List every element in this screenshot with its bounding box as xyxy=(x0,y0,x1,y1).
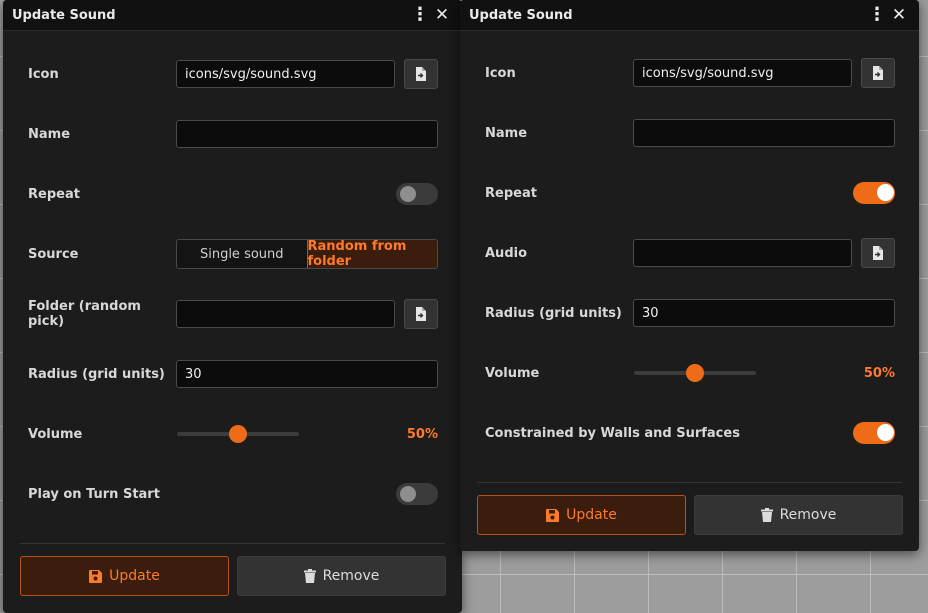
source-row: Source Single sound Random from folder xyxy=(28,239,438,269)
repeat-toggle[interactable] xyxy=(396,183,438,205)
volume-slider-thumb[interactable] xyxy=(686,364,704,382)
name-row: Name xyxy=(28,119,438,149)
source-option-random-folder[interactable]: Random from folder xyxy=(306,240,437,268)
name-row: Name xyxy=(485,118,895,148)
radius-label: Radius (grid units) xyxy=(28,366,165,382)
constrained-toggle[interactable] xyxy=(853,422,895,444)
kebab-menu-icon[interactable]: ⋮ xyxy=(866,5,888,25)
icon-label: Icon xyxy=(28,66,59,82)
constrained-label: Constrained by Walls and Surfaces xyxy=(485,425,740,441)
folder-label: Folder (random pick) xyxy=(28,299,141,329)
name-input[interactable] xyxy=(633,119,895,147)
play-turn-row: Play on Turn Start xyxy=(28,479,438,509)
remove-button-label: Remove xyxy=(322,568,380,584)
dialog-title: Update Sound xyxy=(12,7,116,23)
volume-slider-thumb[interactable] xyxy=(229,425,247,443)
audio-row: Audio xyxy=(485,238,895,268)
update-sound-dialog-1: Update Sound ⋮ ✕ Icon Name Repeat Source… xyxy=(3,0,462,613)
volume-label: Volume xyxy=(28,426,83,442)
folder-row: Folder (random pick) xyxy=(28,299,438,329)
file-import-icon[interactable] xyxy=(404,299,438,329)
name-label: Name xyxy=(485,125,528,141)
update-button[interactable]: Update xyxy=(20,556,229,596)
icon-path-input[interactable] xyxy=(176,60,395,88)
file-import-icon[interactable] xyxy=(861,238,895,268)
folder-input[interactable] xyxy=(176,300,395,328)
volume-value: 50% xyxy=(406,426,438,442)
repeat-row: Repeat xyxy=(28,179,438,209)
floppy-disk-icon xyxy=(89,569,103,583)
icon-row: Icon xyxy=(28,59,438,89)
volume-slider[interactable] xyxy=(634,364,756,382)
repeat-row: Repeat xyxy=(485,178,895,208)
remove-button[interactable]: Remove xyxy=(237,556,446,596)
update-button[interactable]: Update xyxy=(477,495,686,535)
radius-input[interactable] xyxy=(176,360,438,388)
close-icon[interactable]: ✕ xyxy=(888,5,910,25)
trash-icon xyxy=(760,508,773,522)
volume-row: Volume 50% xyxy=(485,358,895,388)
play-turn-toggle[interactable] xyxy=(396,483,438,505)
file-import-icon[interactable] xyxy=(404,59,438,89)
source-segmented-control: Single sound Random from folder xyxy=(176,239,438,269)
name-label: Name xyxy=(28,126,71,142)
dialog-title: Update Sound xyxy=(469,7,573,23)
update-button-label: Update xyxy=(109,568,160,584)
floppy-disk-icon xyxy=(546,508,560,522)
remove-button[interactable]: Remove xyxy=(694,495,903,535)
radius-row: Radius (grid units) xyxy=(485,298,895,328)
close-icon[interactable]: ✕ xyxy=(431,5,453,25)
radius-row: Radius (grid units) xyxy=(28,359,438,389)
trash-icon xyxy=(303,569,316,583)
divider xyxy=(20,543,445,544)
update-sound-dialog-2: Update Sound ⋮ ✕ Icon Name Repeat Audio … xyxy=(460,0,919,551)
dialog-titlebar[interactable]: Update Sound ⋮ ✕ xyxy=(460,0,919,31)
radius-label: Radius (grid units) xyxy=(485,305,622,321)
remove-button-label: Remove xyxy=(779,507,837,523)
name-input[interactable] xyxy=(176,120,438,148)
kebab-menu-icon[interactable]: ⋮ xyxy=(409,5,431,25)
icon-path-input[interactable] xyxy=(633,59,852,87)
repeat-toggle[interactable] xyxy=(853,182,895,204)
repeat-label: Repeat xyxy=(485,185,537,201)
volume-row: Volume 50% xyxy=(28,419,438,449)
icon-row: Icon xyxy=(485,58,895,88)
repeat-label: Repeat xyxy=(28,186,80,202)
play-turn-label: Play on Turn Start xyxy=(28,486,160,502)
file-import-icon[interactable] xyxy=(861,58,895,88)
source-label: Source xyxy=(28,246,79,262)
update-button-label: Update xyxy=(566,507,617,523)
source-option-single[interactable]: Single sound xyxy=(177,240,307,268)
divider xyxy=(477,482,902,483)
volume-value: 50% xyxy=(863,365,895,381)
radius-input[interactable] xyxy=(633,299,895,327)
constrained-row: Constrained by Walls and Surfaces xyxy=(485,418,895,448)
dialog-titlebar[interactable]: Update Sound ⋮ ✕ xyxy=(3,0,462,31)
volume-slider[interactable] xyxy=(177,425,299,443)
volume-label: Volume xyxy=(485,365,540,381)
icon-label: Icon xyxy=(485,65,516,81)
audio-label: Audio xyxy=(485,245,528,261)
audio-input[interactable] xyxy=(633,239,852,267)
